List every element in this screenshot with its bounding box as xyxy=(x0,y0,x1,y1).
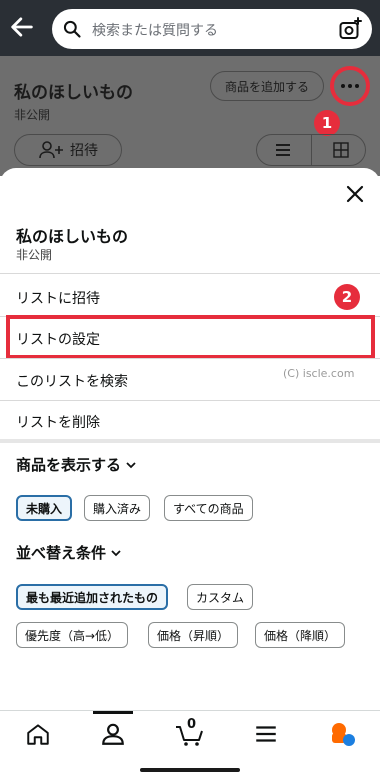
section-divider xyxy=(0,439,380,443)
divider xyxy=(0,358,380,359)
annotation-badge-1: 1 xyxy=(314,110,340,136)
invite-button[interactable]: 招待 xyxy=(14,134,122,166)
account-icon[interactable] xyxy=(100,721,126,747)
divider xyxy=(0,400,380,401)
active-tab-indicator xyxy=(93,711,133,714)
sort-chip-price-desc[interactable]: 価格（降順） xyxy=(255,622,346,648)
search-input[interactable]: 検索または質問する xyxy=(52,9,372,49)
search-placeholder: 検索または質問する xyxy=(92,23,218,39)
camera-search-icon[interactable] xyxy=(338,17,362,41)
sort-chip-price-asc[interactable]: 価格（昇順） xyxy=(148,622,239,648)
top-bar: 検索または質問する xyxy=(0,0,380,56)
menu-item-delete-list[interactable]: リストを削除 xyxy=(16,412,100,432)
home-indicator xyxy=(140,768,240,772)
show-items-heading: 商品を表示する xyxy=(16,456,122,474)
list-view-icon[interactable] xyxy=(275,142,291,158)
chevron-down-icon xyxy=(111,549,121,556)
view-toggle[interactable] xyxy=(256,134,366,166)
cart-button[interactable]: 0 xyxy=(175,717,205,747)
sheet-visibility: 非公開 xyxy=(16,248,53,262)
search-icon xyxy=(63,20,81,38)
sheet-title: 私のほしいもの xyxy=(16,227,129,246)
sort-heading: 並べ替え条件 xyxy=(16,544,107,562)
list-options-sheet: 私のほしいもの 非公開 リストに招待 2 リストの設定 このリストを検索 (C)… xyxy=(0,168,380,710)
more-dots-icon xyxy=(341,84,345,88)
add-person-icon xyxy=(39,141,63,159)
annotation-highlight-box xyxy=(6,315,375,359)
back-arrow-icon[interactable] xyxy=(8,13,36,41)
more-options-button[interactable] xyxy=(330,66,370,106)
menu-icon[interactable] xyxy=(253,721,279,747)
filter-chip-unpurchased[interactable]: 未購入 xyxy=(16,495,73,521)
add-item-button[interactable]: 商品を追加する xyxy=(210,71,324,101)
annotation-badge-2: 2 xyxy=(334,284,360,310)
filter-chip-purchased[interactable]: 購入済み xyxy=(84,495,151,521)
dimmed-list-page: 私のほしいもの 非公開 商品を追加する 1 招待 xyxy=(0,56,380,176)
divider xyxy=(0,273,380,274)
bottom-navigation: 0 xyxy=(0,710,380,775)
list-title: 私のほしいもの xyxy=(14,83,133,103)
grid-view-icon[interactable] xyxy=(333,142,349,158)
close-icon[interactable] xyxy=(343,182,367,206)
assistant-icon[interactable] xyxy=(330,721,356,747)
sort-chip-recent[interactable]: 最も最近追加されたもの xyxy=(16,584,169,610)
menu-item-invite[interactable]: リストに招待 xyxy=(16,288,100,308)
list-visibility: 非公開 xyxy=(14,108,51,122)
filter-chip-all-items[interactable]: すべての商品 xyxy=(164,495,253,521)
sort-toggle[interactable]: 並べ替え条件 xyxy=(16,542,122,563)
chevron-down-icon xyxy=(126,461,136,468)
home-icon[interactable] xyxy=(25,721,51,747)
show-items-toggle[interactable]: 商品を表示する xyxy=(16,454,137,475)
invite-label: 招待 xyxy=(70,143,98,159)
sort-chip-custom[interactable]: カスタム xyxy=(187,584,254,610)
watermark: (C) iscle.com xyxy=(283,367,355,380)
menu-item-search-list[interactable]: このリストを検索 xyxy=(16,371,128,391)
cart-count: 0 xyxy=(187,717,197,732)
sort-chip-priority[interactable]: 優先度（高→低） xyxy=(16,622,129,648)
